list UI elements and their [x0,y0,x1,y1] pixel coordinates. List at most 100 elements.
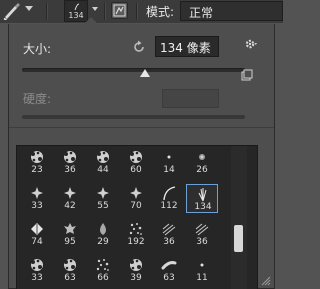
resize-grip-icon[interactable] [261,276,271,286]
toolbar-divider [104,3,105,20]
star-brush-icon [97,187,109,199]
star-brush-icon [130,187,142,199]
brush-list: 23 36 44 60 14 26 33 42 55 70 112 134 74 95 29 192 36 36 3… [16,145,258,289]
splat-brush-icon [31,259,43,271]
scatter-brush-icon [96,259,109,271]
brush-preset-cell[interactable]: 112 [153,184,185,213]
brush-preset-cell[interactable]: 63 [153,256,185,285]
splat-brush-icon [64,259,76,271]
brush-preset-cell[interactable]: 60 [120,148,152,177]
brush-preset-cell[interactable]: 44 [87,148,119,177]
hardness-label: 硬度: [23,92,52,106]
hardness-input [162,89,219,108]
brush-size-label: 95 [64,237,76,247]
splat-brush-icon [130,259,142,271]
splat-brush-icon [64,151,76,163]
scrollbar-thumb[interactable] [234,225,243,252]
brush-preset-cell[interactable]: 36 [54,148,86,177]
brush-size-label: 39 [130,273,142,283]
brush-preset-picker: 大小: 134 像素 硬度: 23 36 44 60 14 26 33 42 55 70 112 13… [8,24,275,289]
gear-icon[interactable] [244,37,258,51]
size-input[interactable]: 134 像素 [155,36,219,57]
scatter-brush-icon [129,223,142,235]
options-bar: 134 模式: 正常 [0,0,283,23]
soft-brush-icon [199,154,205,160]
brush-preset-cell[interactable]: 33 [21,256,53,285]
brush-preset-cell[interactable]: 36 [153,220,185,249]
brush-preset-cell[interactable]: 23 [21,148,53,177]
brush-size-label: 60 [130,165,142,175]
brush-size-label: 36 [64,165,76,175]
panel-divider [9,127,274,128]
brush-size-label: 11 [196,273,208,283]
splat-brush-icon [31,151,43,163]
brush-size-label: 29 [97,237,109,247]
brush-size-label: 44 [97,165,109,175]
brush-picker-dropdown-icon[interactable] [92,7,98,11]
brush-preset-cell[interactable]: 11 [186,256,218,285]
brush-preset-cell[interactable]: 42 [54,184,86,213]
popup-pointer [84,17,98,24]
curve-brush-icon [163,186,176,201]
splat-brush-icon [97,151,109,163]
hatch-brush-icon [162,223,176,236]
splat-brush-icon [130,151,142,163]
brush-size-label: 66 [97,273,109,283]
brush-preset-cell[interactable]: 70 [120,184,152,213]
brush-preset-cell[interactable]: 36 [186,220,218,249]
brush-size-label: 55 [97,201,109,211]
brush-size-label: 23 [31,165,43,175]
brush-size-label: 134 [194,202,212,212]
dot-brush-icon [167,155,171,159]
reset-size-icon[interactable] [132,40,146,54]
size-slider[interactable] [22,68,245,72]
grass-brush-icon [198,188,207,202]
tool-preset-dropdown-icon[interactable] [25,6,33,11]
brush-preset-cell[interactable]: 134 [186,184,218,213]
brush-size-label: 74 [31,237,43,247]
brush-preset-cell[interactable]: 29 [87,220,119,249]
brush-size-label: 63 [163,273,175,283]
brush-preset-cell[interactable]: 55 [87,184,119,213]
brush-preset-cell[interactable]: 26 [186,148,218,177]
brush-preset-cell[interactable]: 63 [54,256,86,285]
brush-preset-cell[interactable]: 192 [120,220,152,249]
brush-panel-icon [113,4,126,17]
toggle-brush-panel-button[interactable] [111,2,128,19]
size-slider-thumb[interactable] [139,69,150,77]
brush-list-scrollbar[interactable] [231,146,247,289]
brush-tool-icon[interactable] [1,1,23,22]
brush-size-label: 112 [160,201,178,211]
hardness-slider [22,115,245,119]
brush-preset-cell[interactable]: 39 [120,256,152,285]
brush-size-label: 14 [163,165,175,175]
brush-preset-cell[interactable]: 95 [54,220,86,249]
brush-size-label: 192 [127,237,145,247]
blend-mode-select[interactable]: 正常 [180,1,283,21]
brush-size-label: 33 [31,273,43,283]
brush-preset-cell[interactable]: 66 [87,256,119,285]
brush-preset-cell[interactable]: 74 [21,220,53,249]
brush-size-label: 70 [130,201,142,211]
brush-tip-icon [74,3,80,11]
star-brush-icon [64,187,76,199]
brush-size-label: 26 [196,165,208,175]
new-preset-icon[interactable] [241,69,253,81]
brush-size-label: 63 [64,273,76,283]
brush-preset-cell[interactable]: 14 [153,148,185,177]
leaf-brush-icon [31,223,43,235]
blend-mode-value: 正常 [189,6,214,20]
size-label: 大小: [23,42,52,56]
star-brush-icon [31,187,43,199]
dot-brush-icon [200,263,204,267]
size-input-value: 134 像素 [160,41,211,55]
brush-size-label: 42 [64,201,76,211]
smudge-brush-icon [161,261,177,270]
drop-brush-icon [100,223,106,235]
maple-brush-icon [64,223,76,234]
brush-size-label: 33 [31,201,43,211]
brush-grid: 23 36 44 60 14 26 33 42 55 70 112 134 74 95 29 192 36 36 3… [17,146,229,289]
toolbar-divider [136,3,137,20]
brush-preset-cell[interactable]: 33 [21,184,53,213]
mode-label: 模式: [146,5,175,19]
